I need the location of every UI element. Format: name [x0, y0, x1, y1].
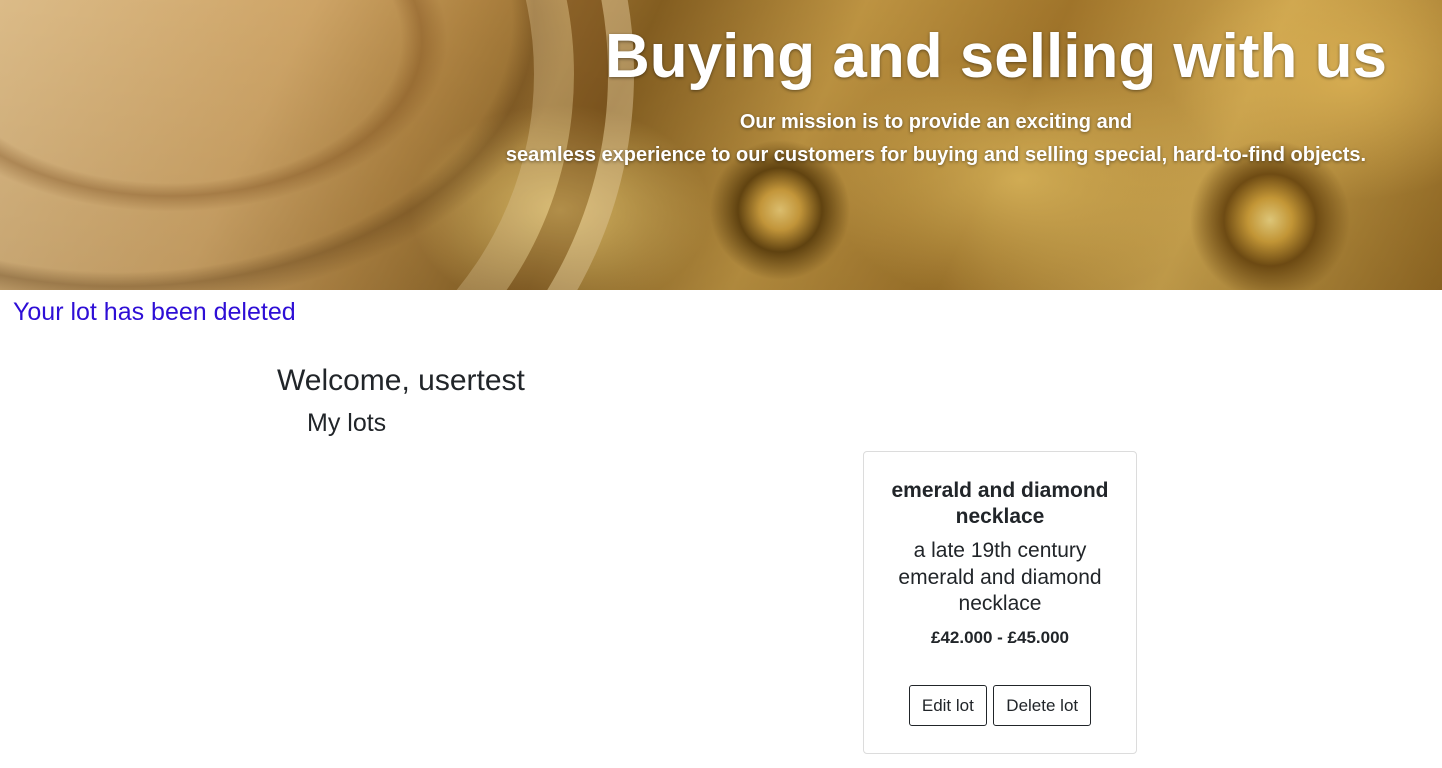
lot-price-range: £42.000 - £45.000 — [930, 627, 1069, 647]
lot-actions: Edit lot Delete lot — [864, 685, 1136, 726]
hero-subtitle-line-2: seamless experience to our customers for… — [505, 144, 1367, 166]
lot-description: a late 19th century emerald and diamond … — [898, 539, 1102, 615]
welcome-heading: Welcome, usertest — [277, 364, 525, 397]
lot-card: emerald and diamond necklace a late 19th… — [863, 451, 1137, 754]
delete-lot-button[interactable]: Delete lot — [993, 685, 1092, 726]
my-lots-heading: My lots — [307, 409, 387, 437]
deleted-alert-message: Your lot has been deleted — [13, 298, 296, 326]
lot-title: emerald and diamond necklace — [891, 479, 1109, 528]
hero-title: Buying and selling with us — [605, 22, 1387, 91]
hero-banner: Buying and selling with us Our mission i… — [0, 0, 1442, 290]
hero-text: Buying and selling with us Our mission i… — [466, 22, 1406, 172]
hero-subtitle: Our mission is to provide an exciting an… — [466, 106, 1406, 172]
edit-lot-button[interactable]: Edit lot — [908, 685, 987, 726]
hero-subtitle-line-1: Our mission is to provide an exciting an… — [739, 111, 1133, 133]
